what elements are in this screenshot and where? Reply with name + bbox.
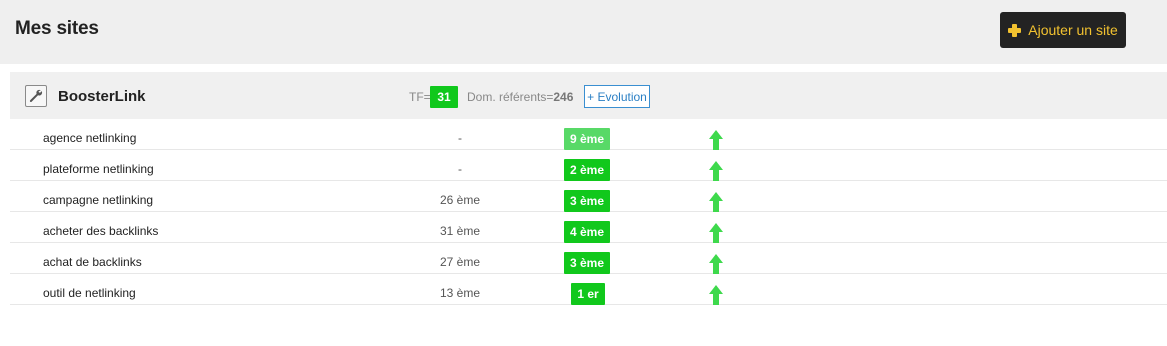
previous-rank: - (458, 162, 462, 176)
trend-up-icon (709, 285, 723, 305)
keyword-text: achat de backlinks (43, 255, 142, 269)
keyword-text: plateforme netlinking (43, 162, 154, 176)
keyword-row: plateforme netlinking - 2 ème (10, 150, 1167, 181)
evolution-button[interactable]: + Evolution (584, 85, 650, 108)
keyword-list: agence netlinking - 9 ème plateforme net… (10, 119, 1167, 305)
site-name: BoosterLink (58, 88, 146, 105)
keyword-row: agence netlinking - 9 ème (10, 119, 1167, 150)
keyword-row: campagne netlinking 26 ème 3 ème (10, 181, 1167, 212)
keyword-row: outil de netlinking 13 ème 1 er (10, 274, 1167, 305)
site-settings-button[interactable] (25, 85, 47, 107)
rank-badge: 1 er (571, 283, 605, 305)
site-header: BoosterLink TF= 31 Dom. référents=246 + … (10, 72, 1167, 119)
trend-up-icon (709, 254, 723, 274)
site-card: BoosterLink TF= 31 Dom. référents=246 + … (10, 72, 1167, 311)
trend-up-icon (709, 223, 723, 243)
add-site-button[interactable]: Ajouter un site (1000, 12, 1126, 48)
previous-rank: - (458, 131, 462, 145)
keyword-text: acheter des backlinks (43, 224, 159, 238)
rank-badge: 3 ème (564, 252, 610, 274)
wrench-icon (29, 89, 43, 102)
rank-badge: 9 ème (564, 128, 610, 150)
previous-rank: 13 ème (439, 286, 481, 300)
previous-rank: 31 ème (439, 224, 481, 238)
add-site-label: Ajouter un site (1028, 22, 1118, 38)
keyword-text: agence netlinking (43, 131, 137, 145)
trend-up-icon (709, 130, 723, 150)
referents-stat: Dom. référents=246 (467, 90, 573, 104)
tf-badge: 31 (430, 86, 458, 108)
trend-up-icon (709, 192, 723, 212)
keyword-row: achat de backlinks 27 ème 3 ème (10, 243, 1167, 274)
rank-badge: 3 ème (564, 190, 610, 212)
tf-label: TF= (409, 90, 431, 104)
top-bar: Mes sites Ajouter un site (0, 0, 1167, 64)
referents-value: 246 (553, 90, 574, 104)
referents-label: Dom. référents= (467, 90, 554, 104)
keyword-text: outil de netlinking (43, 286, 136, 300)
previous-rank: 27 ème (439, 255, 481, 269)
previous-rank: 26 ème (439, 193, 481, 207)
keyword-row: acheter des backlinks 31 ème 4 ème (10, 212, 1167, 243)
trend-up-icon (709, 161, 723, 181)
rank-badge: 2 ème (564, 159, 610, 181)
page-title: Mes sites (15, 18, 99, 39)
plus-icon (1008, 23, 1022, 37)
keyword-text: campagne netlinking (43, 193, 154, 207)
rank-badge: 4 ème (564, 221, 610, 243)
